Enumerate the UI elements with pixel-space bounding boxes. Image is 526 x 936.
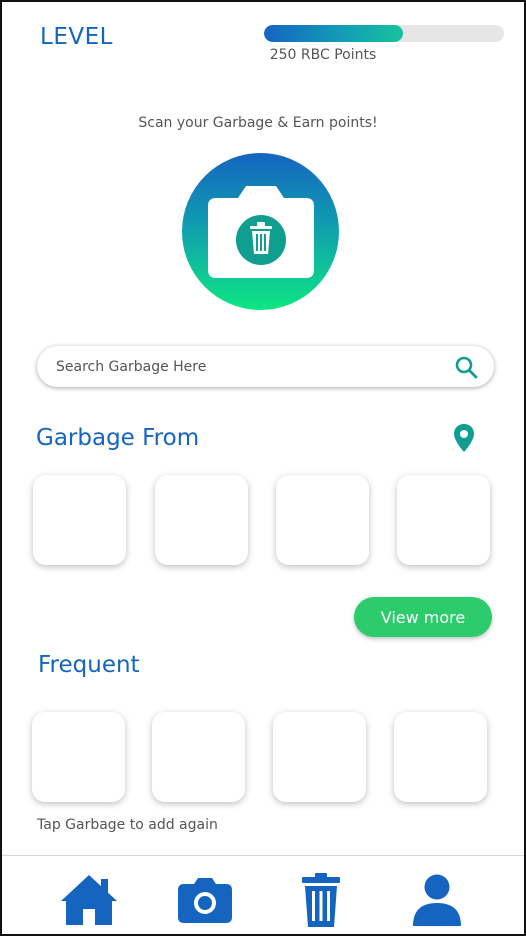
nav-profile[interactable] xyxy=(407,872,467,928)
nav-camera[interactable] xyxy=(175,872,235,928)
profile-icon xyxy=(413,874,461,926)
camera-icon xyxy=(178,878,232,923)
level-progress-bar xyxy=(264,25,504,42)
garbage-source-card[interactable] xyxy=(276,475,369,565)
frequent-garbage-card[interactable] xyxy=(32,712,125,802)
garbage-from-title: Garbage From xyxy=(36,425,200,451)
home-icon xyxy=(61,875,117,925)
search-bar xyxy=(37,346,494,387)
nav-trash[interactable] xyxy=(291,872,351,928)
frequent-garbage-card[interactable] xyxy=(152,712,245,802)
garbage-source-card[interactable] xyxy=(155,475,248,565)
trash-icon xyxy=(302,873,340,927)
frequent-hint: Tap Garbage to add again xyxy=(37,817,218,833)
app-screen: LEVEL 250 RBC Points Scan your Garbage &… xyxy=(0,0,526,936)
view-more-button[interactable]: View more xyxy=(354,597,492,637)
garbage-source-card[interactable] xyxy=(397,475,490,565)
level-title: LEVEL xyxy=(40,24,113,50)
points-label: 250 RBC Points xyxy=(269,47,377,63)
search-icon[interactable] xyxy=(452,353,480,381)
level-progress-fill xyxy=(264,25,404,42)
camera-trash-icon xyxy=(207,185,314,278)
nav-home[interactable] xyxy=(59,872,119,928)
search-input[interactable] xyxy=(56,358,452,375)
garbage-source-card[interactable] xyxy=(33,475,126,565)
frequent-garbage-card[interactable] xyxy=(394,712,487,802)
location-pin-icon[interactable] xyxy=(452,423,476,453)
bottom-nav xyxy=(2,855,524,934)
frequent-garbage-card[interactable] xyxy=(273,712,366,802)
scan-garbage-button[interactable] xyxy=(182,153,339,310)
frequent-title: Frequent xyxy=(38,652,140,678)
scan-caption: Scan your Garbage & Earn points! xyxy=(138,115,378,131)
